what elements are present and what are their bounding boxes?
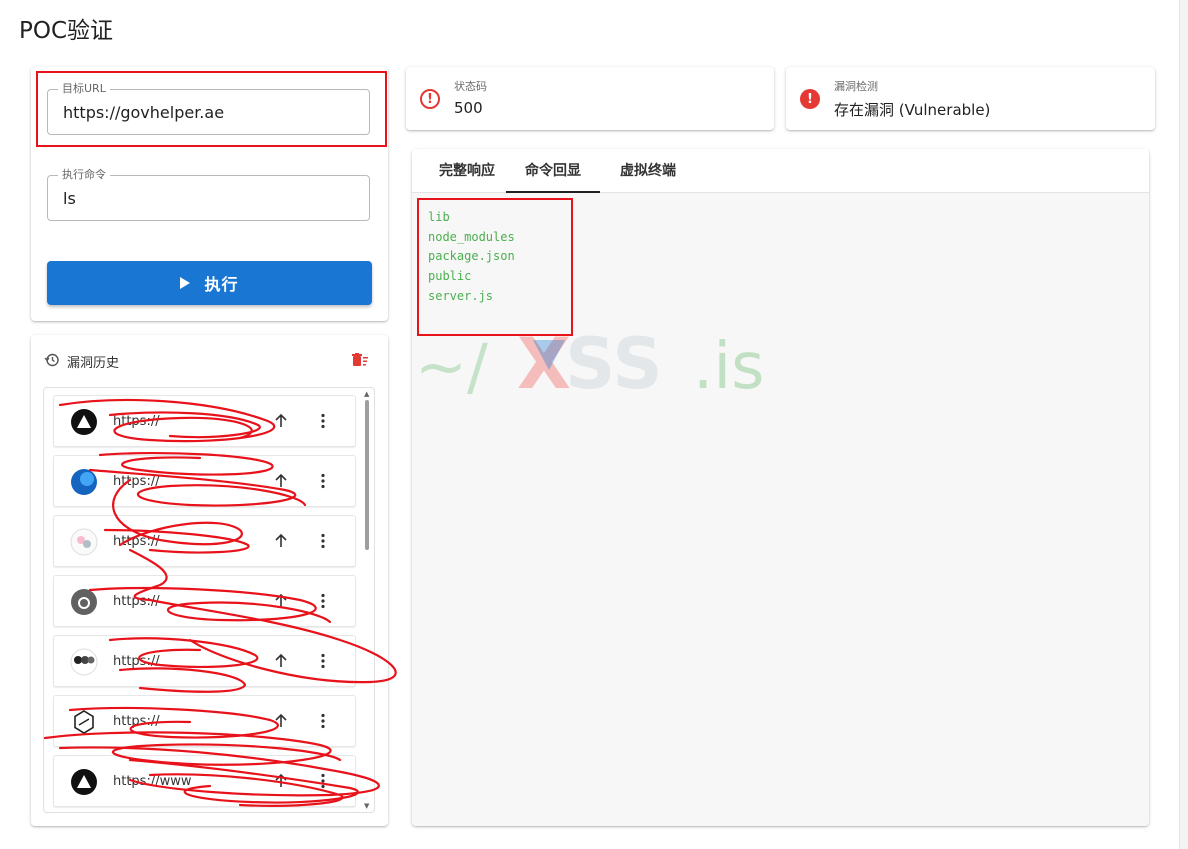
history-scrollbar[interactable]: ▲ ▼ (363, 390, 371, 810)
history-item[interactable]: https:// (53, 515, 356, 567)
history-item[interactable]: https:// (53, 695, 356, 747)
history-icon (44, 353, 59, 367)
history-item-url: https:// (113, 414, 160, 429)
status-code-value: 500 (454, 99, 483, 117)
vuln-detect-value: 存在漏洞 (Vulnerable) (834, 101, 991, 119)
execute-button[interactable]: 执行 (47, 261, 372, 305)
arrow-up-icon[interactable] (272, 772, 290, 790)
hexagon-logo-icon (74, 710, 94, 734)
more-vert-icon[interactable] (314, 712, 332, 730)
history-item[interactable]: https:// (53, 575, 356, 627)
page: POC验证 目标URL https://govhelper.ae 执行命令 ls… (0, 0, 1180, 849)
command-output: lib node_modules package.json public ser… (412, 193, 1149, 826)
arrow-up-icon[interactable] (272, 592, 290, 610)
output-tabs: 完整响应 命令回显 虚拟终端 (412, 149, 1149, 193)
history-item[interactable]: https:// (53, 395, 356, 447)
error-filled-icon: ! (800, 89, 820, 109)
vuln-detect-label: 漏洞检测 (834, 80, 878, 93)
history-item-url: https:// (113, 594, 160, 609)
execute-label: 执行 (204, 275, 239, 294)
dark-dots-logo-icon (70, 648, 98, 676)
history-item-url: https:// (113, 654, 160, 669)
history-item-url: https://www (113, 774, 192, 789)
command-field[interactable]: 执行命令 ls (47, 168, 370, 221)
more-vert-icon[interactable] (314, 532, 332, 550)
play-icon (180, 277, 191, 289)
more-vert-icon[interactable] (314, 652, 332, 670)
blue-circle-logo-icon (71, 469, 97, 495)
history-list[interactable]: https:// https:// https:// https:// http… (43, 387, 375, 813)
command-label: 执行命令 (58, 168, 110, 182)
more-vert-icon[interactable] (314, 412, 332, 430)
history-item-url: https:// (113, 534, 160, 549)
cartoon-logo-icon (70, 528, 98, 556)
history-item[interactable]: https:// (53, 455, 356, 507)
history-item[interactable]: https://www (53, 755, 356, 807)
poc-form-card: 目标URL https://govhelper.ae 执行命令 ls 执行 (31, 67, 388, 321)
command-value[interactable]: ls (63, 189, 76, 208)
scroll-up-arrow-icon[interactable]: ▲ (364, 390, 369, 398)
page-title: POC验证 (19, 18, 114, 44)
tab-command-echo[interactable]: 命令回显 (506, 149, 600, 193)
triangle-logo-icon (71, 769, 97, 795)
vuln-detect-card: ! 漏洞检测 存在漏洞 (Vulnerable) (786, 67, 1155, 130)
arrow-up-icon[interactable] (272, 412, 290, 430)
tab-full-response[interactable]: 完整响应 (420, 149, 514, 192)
scroll-down-arrow-icon[interactable]: ▼ (364, 802, 369, 810)
arrow-up-icon[interactable] (272, 532, 290, 550)
target-url-label: 目标URL (58, 82, 110, 96)
history-title: 漏洞历史 (67, 356, 120, 371)
console-line: public (428, 269, 472, 284)
console-line: lib (428, 210, 450, 224)
arrow-up-icon[interactable] (272, 712, 290, 730)
history-item[interactable]: https:// (53, 635, 356, 687)
scroll-thumb[interactable] (365, 400, 369, 550)
console-lines: lib node_modules package.json public ser… (428, 208, 515, 307)
grey-circle-logo-icon (71, 589, 97, 615)
status-code-label: 状态码 (454, 80, 487, 93)
more-vert-icon[interactable] (314, 592, 332, 610)
output-card: 完整响应 命令回显 虚拟终端 lib node_modules package.… (412, 149, 1149, 826)
arrow-up-icon[interactable] (272, 472, 290, 490)
clear-history-trash-icon[interactable] (352, 353, 368, 367)
target-url-value[interactable]: https://govhelper.ae (63, 103, 224, 122)
error-outline-icon: ! (420, 89, 440, 109)
more-vert-icon[interactable] (314, 772, 332, 790)
console-line: server.js (428, 288, 494, 303)
more-vert-icon[interactable] (314, 472, 332, 490)
history-item-url: https:// (113, 714, 160, 729)
console-line: node_modules (428, 229, 515, 244)
history-item-url: https:// (113, 474, 160, 489)
status-code-card: ! 状态码 500 (406, 67, 774, 130)
history-card: 漏洞历史 https:// https:// https:// https://… (31, 335, 388, 826)
target-url-field[interactable]: 目标URL https://govhelper.ae (47, 82, 370, 135)
console-line: package.json (428, 249, 515, 264)
tab-virtual-terminal[interactable]: 虚拟终端 (601, 149, 695, 192)
arrow-up-icon[interactable] (272, 652, 290, 670)
triangle-logo-icon (71, 409, 97, 435)
